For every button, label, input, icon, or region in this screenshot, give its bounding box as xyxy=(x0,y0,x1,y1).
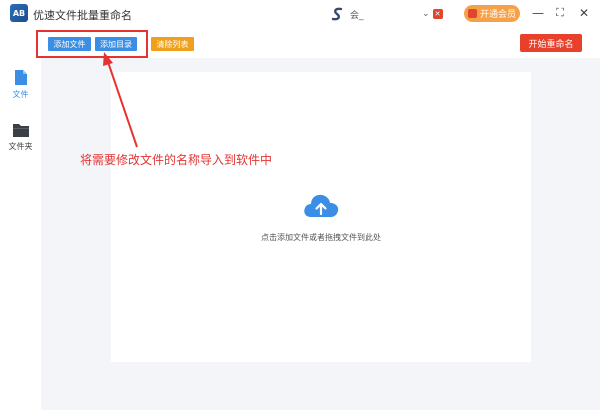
annotation-text: 将需要修改文件的名称导入到软件中 xyxy=(80,153,273,167)
annotation-arrow xyxy=(103,52,138,148)
